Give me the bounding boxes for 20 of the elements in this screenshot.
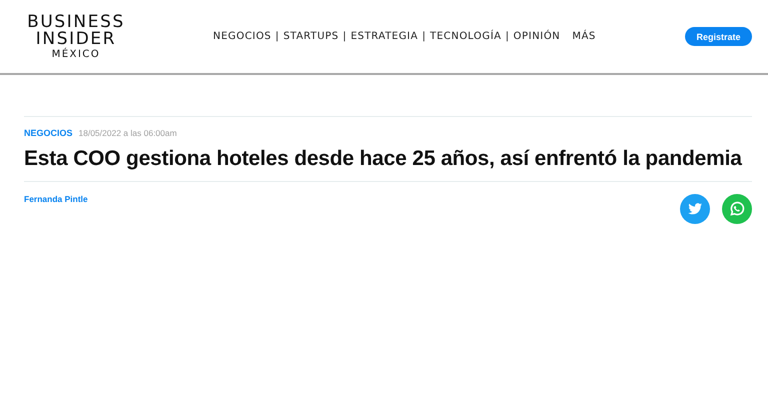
nav-link[interactable]: STARTUPS [283, 31, 339, 42]
nav-separator: | [342, 31, 347, 42]
whatsapp-icon[interactable] [722, 194, 752, 224]
nav-separator: | [422, 31, 426, 42]
nav-link[interactable]: OPINIÓN [513, 31, 560, 42]
nav-separator: | [275, 31, 280, 42]
logo-text: INSIDER [36, 30, 116, 48]
nav-link[interactable]: NEGOCIOS [213, 31, 272, 42]
logo-subtitle: MÉXICO [52, 50, 100, 60]
author-link[interactable]: Fernanda Pintle [24, 194, 88, 204]
twitter-icon[interactable] [680, 194, 710, 224]
nav-separator: | [505, 31, 510, 42]
nav-link[interactable]: MÁS [572, 31, 596, 42]
logo-text: BUSINESS [27, 14, 125, 30]
register-button[interactable]: Registrate [685, 27, 752, 46]
category-link[interactable]: NEGOCIOS [24, 128, 73, 138]
article-title: Esta COO gestiona hoteles desde hace 25 años, así enfrentó la pandemia [24, 147, 742, 171]
nav-link[interactable]: TECNOLOGÍA [430, 31, 502, 42]
publish-date: 18/05/2022 a las 06:00am [78, 128, 177, 138]
nav-link[interactable]: ESTRATEGIA [350, 31, 418, 42]
